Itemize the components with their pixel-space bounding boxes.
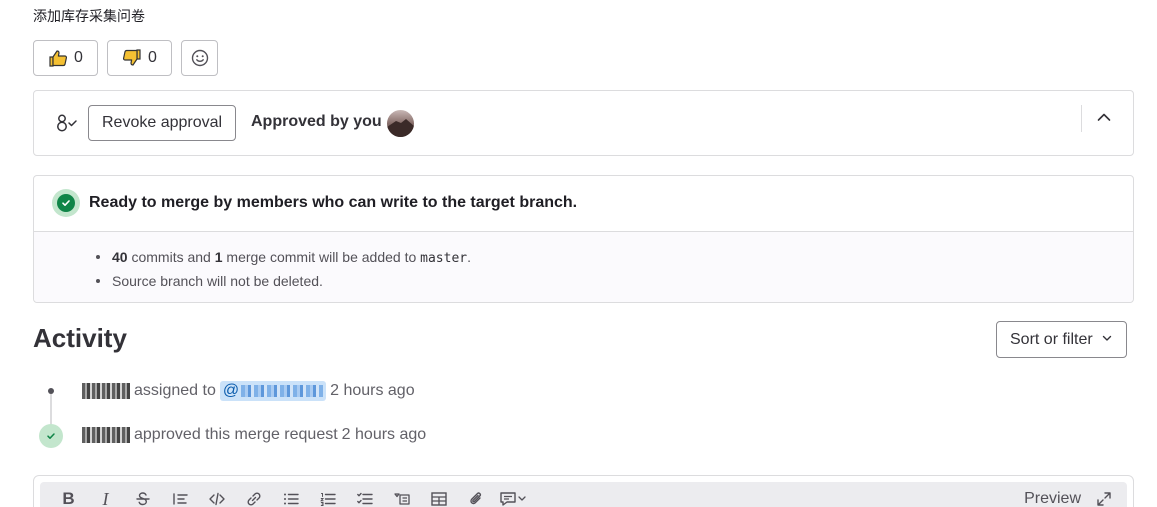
merge-request-description: 添加库存采集问卷 <box>33 9 145 25</box>
approval-panel: Revoke approval Approved by you <box>33 90 1134 156</box>
numbered-list-icon[interactable] <box>309 484 346 507</box>
timeline-dot-icon <box>48 388 54 394</box>
revoke-approval-button[interactable]: Revoke approval <box>88 105 237 141</box>
smiley-icon <box>191 49 209 67</box>
italic-icon[interactable]: I <box>87 484 124 507</box>
comment-editor: B I Preview <box>33 475 1134 507</box>
task-list-icon[interactable] <box>346 484 383 507</box>
editor-toolbar: B I Preview <box>40 482 1127 507</box>
target-branch-name: master <box>420 251 468 266</box>
sort-label: Sort or filter <box>1010 330 1093 348</box>
activity-heading: Activity <box>33 323 127 353</box>
bullet-list-icon[interactable] <box>272 484 309 507</box>
preview-button[interactable]: Preview <box>1024 490 1081 507</box>
table-icon[interactable] <box>420 484 457 507</box>
comment-template-icon[interactable] <box>494 484 531 507</box>
quote-icon[interactable] <box>161 484 198 507</box>
thumbsup-icon <box>48 48 68 68</box>
avatar[interactable] <box>387 110 414 137</box>
strikethrough-icon[interactable] <box>124 484 161 507</box>
user-mention[interactable]: @ <box>219 381 327 401</box>
thumbsup-count: 0 <box>74 49 83 66</box>
thumbsdown-icon <box>122 48 142 68</box>
sort-or-filter-dropdown[interactable]: Sort or filter <box>996 321 1127 358</box>
collapsible-section-icon[interactable] <box>383 484 420 507</box>
divider <box>1081 105 1082 132</box>
thumbsdown-count: 0 <box>148 49 157 66</box>
attachment-icon[interactable] <box>457 484 494 507</box>
code-icon[interactable] <box>198 484 235 507</box>
source-branch-note: Source branch will not be deleted. <box>96 272 471 296</box>
chevron-up-icon[interactable] <box>1096 109 1112 130</box>
commits-info: 40 commits and 1 merge commit will be ad… <box>96 248 471 272</box>
bold-icon[interactable]: B <box>50 484 87 507</box>
merge-status-text: Ready to merge by members who can write … <box>89 194 578 211</box>
merge-details-list: 40 commits and 1 merge commit will be ad… <box>96 248 471 296</box>
approved-check-icon <box>39 424 63 448</box>
approval-check-user-icon <box>56 113 78 138</box>
timeline-line <box>50 392 52 428</box>
success-check-icon <box>52 189 80 217</box>
link-icon[interactable] <box>235 484 272 507</box>
author-name-redacted[interactable] <box>82 383 130 399</box>
approved-by-label: Approved by you <box>251 113 382 130</box>
author-name-redacted[interactable] <box>82 427 130 443</box>
add-reaction-button[interactable] <box>181 40 218 76</box>
expand-icon[interactable] <box>1095 490 1113 507</box>
thumbsup-award-button[interactable]: 0 <box>33 40 98 76</box>
note-timestamp[interactable]: 2 hours ago <box>342 426 427 444</box>
activity-note: approved this merge request 2 hours ago <box>82 426 426 444</box>
thumbsdown-award-button[interactable]: 0 <box>107 40 172 76</box>
activity-note: assigned to @ 2 hours ago <box>82 381 415 401</box>
chevron-down-icon <box>1093 331 1113 349</box>
merge-status-panel: Ready to merge by members who can write … <box>33 175 1134 303</box>
note-timestamp[interactable]: 2 hours ago <box>330 382 415 400</box>
